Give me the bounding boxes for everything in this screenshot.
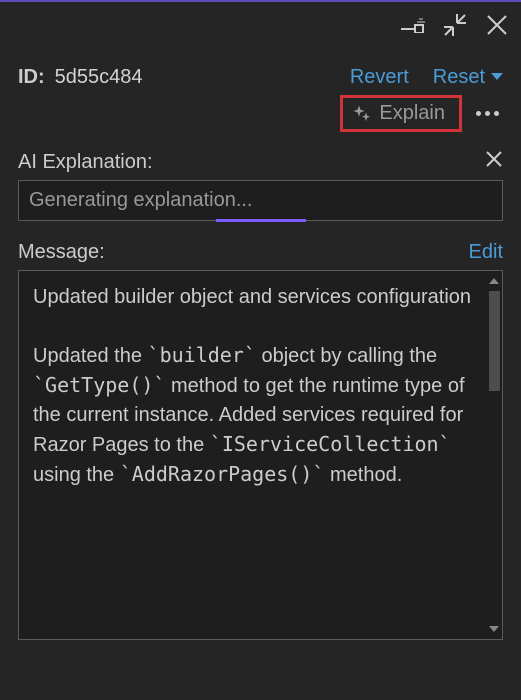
close-explanation-button[interactable]: [485, 150, 503, 174]
message-label: Message:: [18, 241, 105, 264]
scroll-up-icon[interactable]: [488, 275, 500, 287]
more-options-button[interactable]: [472, 107, 503, 120]
explain-button[interactable]: Explain: [340, 95, 462, 132]
collapse-icon[interactable]: [441, 11, 469, 39]
ai-explanation-header: AI Explanation:: [18, 150, 503, 174]
message-header: Message: Edit: [18, 241, 503, 264]
chevron-down-icon: [491, 73, 503, 80]
scroll-down-icon[interactable]: [488, 623, 500, 635]
ai-explanation-box: Generating explanation...: [18, 180, 503, 221]
explain-label: Explain: [379, 102, 445, 125]
scroll-thumb[interactable]: [489, 291, 500, 391]
titlebar: [0, 2, 521, 46]
format-icon[interactable]: [399, 11, 427, 39]
reset-button[interactable]: Reset: [433, 66, 503, 89]
message-body: Updated builder object and services conf…: [19, 271, 486, 639]
ai-status-text: Generating explanation...: [29, 189, 253, 211]
commit-id-row: ID: 5d55c484 Revert Reset: [18, 66, 503, 89]
id-label: ID:: [18, 66, 45, 89]
scrollbar[interactable]: [486, 271, 502, 639]
reset-label: Reset: [433, 66, 485, 88]
close-panel-button[interactable]: [483, 11, 511, 39]
id-value: 5d55c484: [55, 66, 143, 89]
revert-button[interactable]: Revert: [350, 66, 409, 89]
sparkle-icon: [353, 105, 371, 123]
progress-indicator: [216, 219, 306, 222]
ai-explanation-label: AI Explanation:: [18, 151, 153, 174]
message-box: Updated builder object and services conf…: [18, 270, 503, 640]
edit-message-button[interactable]: Edit: [469, 241, 503, 264]
